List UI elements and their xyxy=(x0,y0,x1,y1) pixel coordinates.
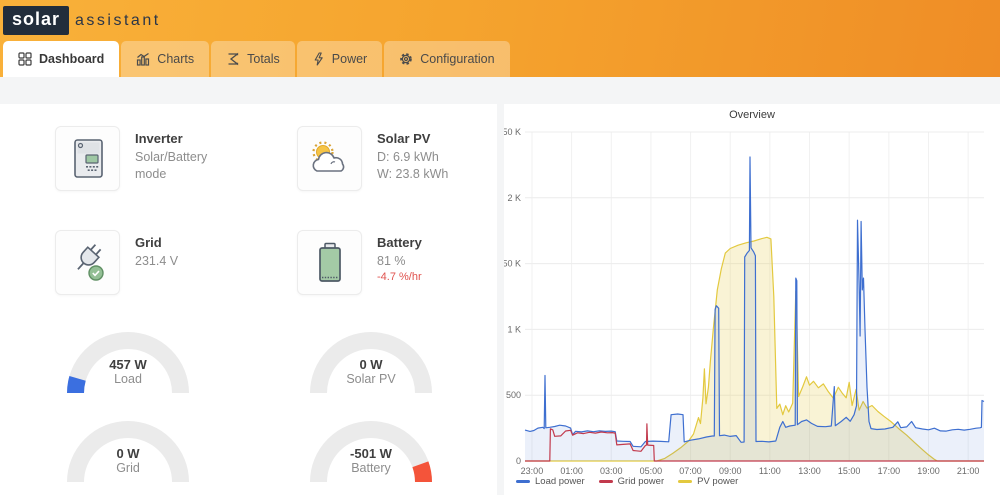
solar-pv-icon-tile xyxy=(297,126,362,191)
tab-label: Configuration xyxy=(420,52,495,66)
grid-power-swatch xyxy=(598,480,613,483)
grid-title: Grid xyxy=(135,235,162,250)
legend-label: PV power xyxy=(697,476,739,487)
solar-pv-title: Solar PV xyxy=(377,131,431,146)
top-header: solar assistant Dashboard Charts Totals xyxy=(0,0,1000,77)
battery-rate: -4.7 %/hr xyxy=(377,270,422,283)
load-gauge: 457 W Load xyxy=(53,331,203,397)
dashboard-grid-icon xyxy=(18,52,32,66)
status-panel: Inverter Solar/Battery mode Solar PV D: … xyxy=(0,104,497,495)
chart-legend: Load power Grid power PV power xyxy=(516,476,738,487)
pv-power-swatch xyxy=(678,480,693,483)
legend-label: Grid power xyxy=(617,476,665,487)
logo-text: solar xyxy=(12,9,61,29)
battery-title: Battery xyxy=(377,235,422,250)
inverter-card: Inverter Solar/Battery mode xyxy=(55,126,297,191)
tab-label: Totals xyxy=(247,52,280,66)
legend-pv-power[interactable]: PV power xyxy=(678,476,738,487)
svg-text:0: 0 xyxy=(516,456,521,466)
grid-gauge: 0 W Grid xyxy=(53,420,203,486)
svg-text:15:00: 15:00 xyxy=(838,466,861,476)
solar-pv-gauge: 0 W Solar PV xyxy=(296,331,446,397)
sun-cloud-icon xyxy=(311,140,344,172)
tab-power[interactable]: Power xyxy=(296,41,383,77)
svg-text:05:00: 05:00 xyxy=(640,466,663,476)
svg-text:09:00: 09:00 xyxy=(719,466,742,476)
tab-label: Charts xyxy=(157,52,195,66)
svg-text:1.50 K: 1.50 K xyxy=(504,259,521,269)
grid-icon-tile xyxy=(55,230,120,295)
power-gauges: 457 W Load 0 W Solar PV 0 W Grid -501 W … xyxy=(0,295,497,486)
battery-card: Battery 81 % -4.7 %/hr xyxy=(297,230,487,295)
svg-text:17:00: 17:00 xyxy=(878,466,901,476)
inverter-title: Inverter xyxy=(135,131,183,146)
svg-text:2 K: 2 K xyxy=(507,193,521,203)
load-gauge-value: 457 W xyxy=(109,357,147,372)
solar-pv-gauge-value: 0 W xyxy=(359,357,383,372)
bar-chart-icon xyxy=(137,53,150,66)
svg-text:1 K: 1 K xyxy=(507,324,521,334)
svg-text:03:00: 03:00 xyxy=(600,466,623,476)
solar-logo: solar xyxy=(3,6,70,35)
plug-check-icon xyxy=(76,243,104,281)
battery-icon-tile xyxy=(297,230,362,295)
grid-card: Grid 231.4 V xyxy=(55,230,297,295)
legend-load-power[interactable]: Load power xyxy=(516,476,585,487)
overview-chart: 23:00 01:00 03:00 05:00 07:00 09:00 11:00 13:00… xyxy=(504,127,985,476)
svg-text:11:00: 11:00 xyxy=(759,466,781,476)
battery-gauge-label: Battery xyxy=(351,461,391,475)
svg-text:23:00: 23:00 xyxy=(521,466,544,476)
inverter-mode-line2: mode xyxy=(135,166,167,181)
inverter-icon-tile xyxy=(55,126,120,191)
inverter-mode-line1: Solar/Battery xyxy=(135,150,208,164)
tab-label: Dashboard xyxy=(39,52,105,66)
tab-configuration[interactable]: Configuration xyxy=(384,41,510,77)
main-tabs: Dashboard Charts Totals Power Configurat… xyxy=(0,41,1000,77)
svg-text:19:00: 19:00 xyxy=(917,466,940,476)
grid-voltage: 231.4 V xyxy=(135,254,179,268)
solar-pv-card: Solar PV D: 6.9 kWh W: 23.8 kWh xyxy=(297,126,487,191)
legend-label: Load power xyxy=(535,476,585,487)
brand-name: assistant xyxy=(75,11,161,29)
svg-text:07:00: 07:00 xyxy=(679,466,702,476)
battery-soc: 81 % xyxy=(377,254,406,268)
solar-pv-week-value: W: 23.8 kWh xyxy=(377,166,449,181)
inverter-icon xyxy=(73,138,103,178)
grid-gauge-value: 0 W xyxy=(116,446,140,461)
tab-dashboard[interactable]: Dashboard xyxy=(3,41,120,77)
brand: solar assistant xyxy=(0,0,1000,41)
sigma-icon xyxy=(228,52,239,66)
tab-charts[interactable]: Charts xyxy=(121,41,210,77)
battery-gauge: -501 W Battery xyxy=(296,420,446,486)
status-cards: Inverter Solar/Battery mode Solar PV D: … xyxy=(0,104,497,295)
lightning-icon xyxy=(314,52,323,66)
svg-text:500: 500 xyxy=(506,390,521,400)
overview-chart-panel: Overview 23:00 01:00 03:00 05:00 07:00 09:00 1… xyxy=(504,104,1000,495)
tab-label: Power xyxy=(331,52,368,66)
solar-pv-gauge-label: Solar PV xyxy=(346,372,396,386)
load-gauge-label: Load xyxy=(114,372,142,386)
svg-text:2.50 K: 2.50 K xyxy=(504,127,521,137)
battery-gauge-value: -501 W xyxy=(350,446,392,461)
svg-text:01:00: 01:00 xyxy=(560,466,583,476)
load-power-swatch xyxy=(516,480,530,483)
battery-icon xyxy=(318,242,341,282)
gear-icon xyxy=(400,53,413,65)
svg-text:13:00: 13:00 xyxy=(798,466,821,476)
legend-grid-power[interactable]: Grid power xyxy=(598,476,665,487)
grid-gauge-label: Grid xyxy=(116,461,140,475)
svg-text:21:00: 21:00 xyxy=(957,466,980,476)
page-content: Inverter Solar/Battery mode Solar PV D: … xyxy=(0,77,1000,495)
solar-pv-day-value: D: 6.9 kWh xyxy=(377,150,439,164)
tab-totals[interactable]: Totals xyxy=(211,41,295,77)
